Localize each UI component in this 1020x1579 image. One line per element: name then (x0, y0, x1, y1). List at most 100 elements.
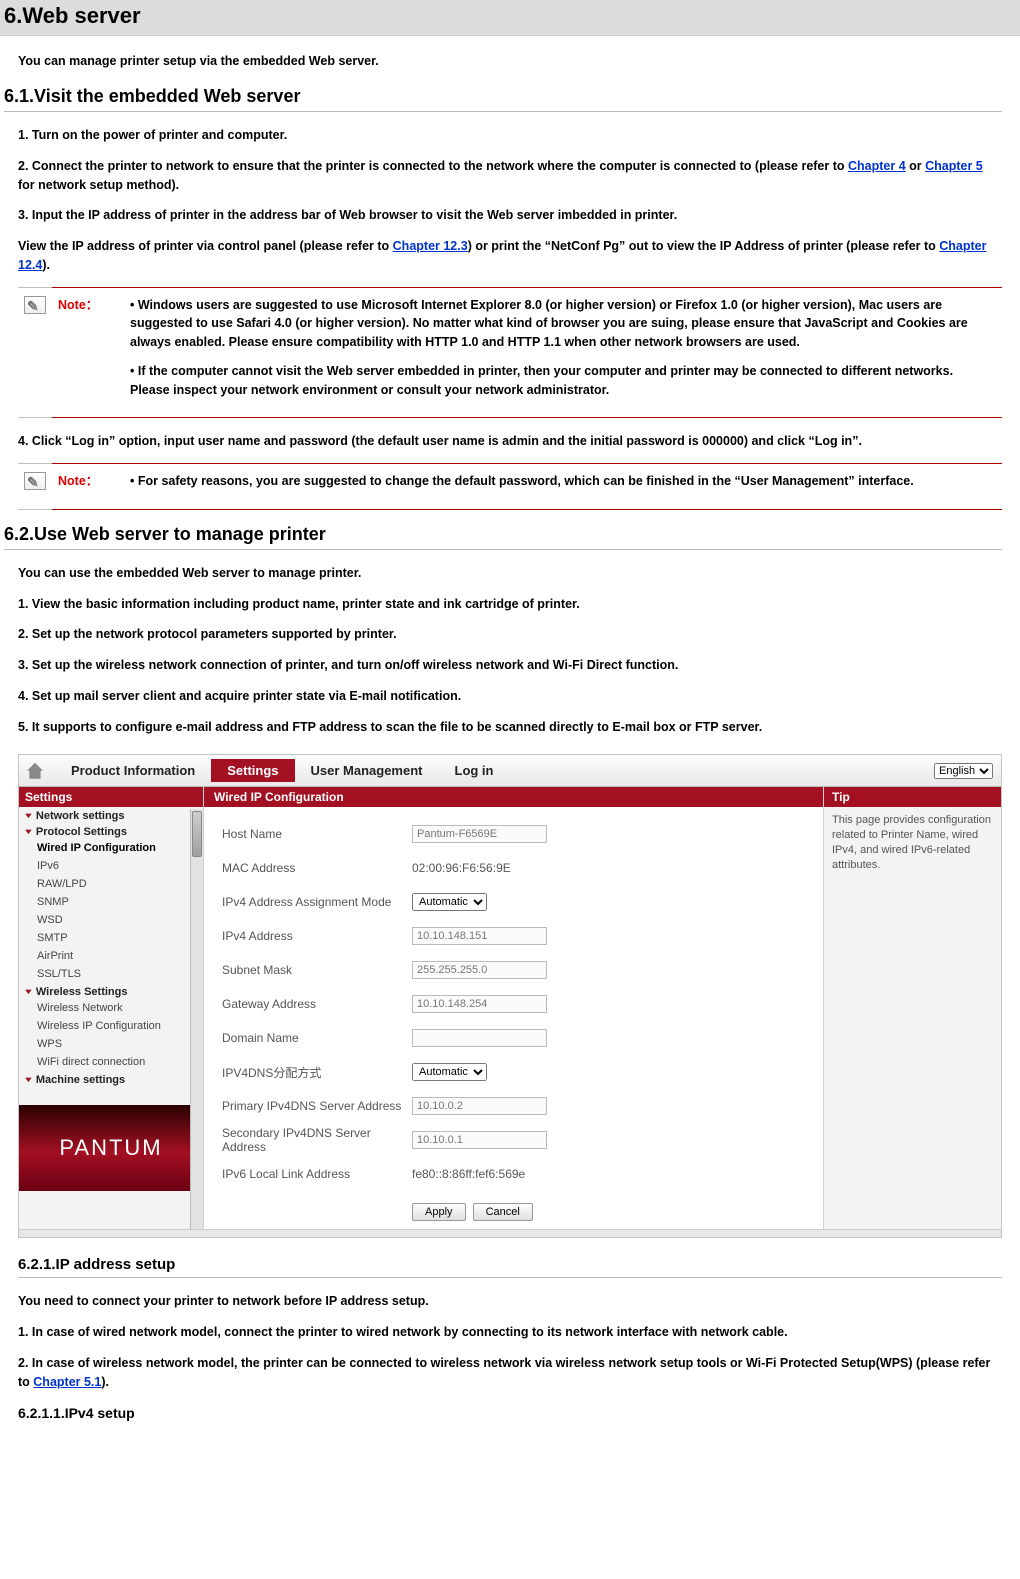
step-text: View the IP address of printer via contr… (18, 237, 1002, 275)
heading-6-2-1: 6.2.1.IP address setup (18, 1256, 1002, 1273)
sidebar-group[interactable]: ▼Wireless Settings (19, 983, 203, 999)
sidebar-item[interactable]: SNMP (19, 893, 203, 911)
field-input[interactable] (412, 927, 547, 945)
webui-main-panel: Wired IP Configuration Host NameMAC Addr… (204, 787, 823, 1229)
divider (4, 549, 1002, 550)
language-selector[interactable]: English (934, 763, 993, 779)
scroll-thumb[interactable] (192, 811, 202, 857)
field-label: IPv6 Local Link Address (222, 1167, 412, 1181)
tab-product-info[interactable]: Product Information (55, 759, 211, 782)
page-title: 6.Web server (0, 0, 1020, 36)
text: ). (42, 258, 50, 272)
panel-title: Wired IP Configuration (204, 787, 823, 807)
sidebar-item[interactable]: WPS (19, 1035, 203, 1053)
form-row: Primary IPv4DNS Server Address (222, 1089, 805, 1123)
note-icon-cell (18, 464, 52, 510)
sidebar-scrollbar[interactable] (190, 809, 203, 1229)
link-chapter-5-1[interactable]: Chapter 5.1 (33, 1375, 101, 1389)
tip-body: This page provides configuration related… (824, 807, 1001, 878)
form-row: IPv6 Local Link Addressfe80::8:86ff:fef6… (222, 1157, 805, 1191)
link-chapter-12-3[interactable]: Chapter 12.3 (393, 239, 468, 253)
sidebar-item[interactable]: AirPrint (19, 947, 203, 965)
form-row: MAC Address02:00:96:F6:56:9E (222, 851, 805, 885)
field-label: Secondary IPv4DNS Server Address (222, 1126, 412, 1154)
brand-logo: PANTUM (19, 1105, 203, 1191)
language-select[interactable]: English (934, 763, 993, 779)
step-text: 2. Set up the network protocol parameter… (18, 625, 1002, 644)
field-input[interactable] (412, 1029, 547, 1047)
step-text: 2. In case of wireless network model, th… (18, 1354, 1002, 1392)
form-buttons: Apply Cancel (204, 1197, 823, 1229)
heading-6-2: 6.2.Use Web server to manage printer (4, 524, 1002, 545)
sidebar-item[interactable]: SMTP (19, 929, 203, 947)
note-bullet: • Windows users are suggested to use Mic… (130, 296, 996, 352)
note-box: Note： • For safety reasons, you are sugg… (18, 463, 1002, 510)
sidebar-item[interactable]: WSD (19, 911, 203, 929)
sidebar-group[interactable]: ▼Network settings (19, 807, 203, 823)
sidebar-item[interactable]: RAW/LPD (19, 875, 203, 893)
note-bullet: • For safety reasons, you are suggested … (130, 472, 996, 491)
field-label: Gateway Address (222, 997, 412, 1011)
sidebar-item[interactable]: IPv6 (19, 857, 203, 875)
tab-user-management[interactable]: User Management (295, 759, 439, 782)
sidebar-group[interactable]: ▼Machine settings (19, 1071, 203, 1087)
form-row: Gateway Address (222, 987, 805, 1021)
text: 2. In case of wireless network model, th… (18, 1356, 990, 1389)
field-label: Domain Name (222, 1031, 412, 1045)
step-text: 3. Set up the wireless network connectio… (18, 656, 1002, 675)
text: ). (101, 1375, 109, 1389)
note-body: • Windows users are suggested to use Mic… (124, 287, 1002, 418)
field-value: fe80::8:86ff:fef6:569e (412, 1167, 525, 1181)
step-text: 4. Click “Log in” option, input user nam… (18, 432, 1002, 451)
sidebar-item[interactable]: WiFi direct connection (19, 1053, 203, 1071)
sidebar-item[interactable]: SSL/TLS (19, 965, 203, 983)
note-body: • For safety reasons, you are suggested … (124, 464, 1002, 510)
apply-button[interactable]: Apply (412, 1203, 466, 1221)
form-row: Subnet Mask (222, 953, 805, 987)
sidebar-group[interactable]: ▼Protocol Settings (19, 823, 203, 839)
triangle-down-icon: ▼ (23, 828, 34, 836)
sidebar-item[interactable]: Wireless IP Configuration (19, 1017, 203, 1035)
field-select[interactable]: Automatic (412, 1063, 487, 1081)
triangle-down-icon: ▼ (23, 1076, 34, 1084)
step-text: 2. Connect the printer to network to ens… (18, 157, 1002, 195)
step-text: 1. Turn on the power of printer and comp… (18, 126, 1002, 145)
divider (18, 1277, 1002, 1278)
tip-title: Tip (824, 787, 1001, 807)
content: You can manage printer setup via the emb… (0, 36, 1020, 1455)
step-text: 4. Set up mail server client and acquire… (18, 687, 1002, 706)
sidebar-item[interactable]: Wired IP Configuration (19, 839, 203, 857)
form-row: Host Name (222, 817, 805, 851)
field-label: MAC Address (222, 861, 412, 875)
link-chapter-4[interactable]: Chapter 4 (848, 159, 906, 173)
tab-settings[interactable]: Settings (211, 759, 294, 782)
body-text: You can use the embedded Web server to m… (18, 564, 1002, 583)
step-text: 5. It supports to configure e-mail addre… (18, 718, 1002, 737)
tab-log-in[interactable]: Log in (439, 759, 510, 782)
link-chapter-5[interactable]: Chapter 5 (925, 159, 983, 173)
text: 2. Connect the printer to network to ens… (18, 159, 848, 173)
tip-panel: Tip This page provides configuration rel… (823, 787, 1001, 1229)
note-label-cell: Note： (52, 464, 124, 510)
home-icon[interactable] (27, 763, 43, 779)
triangle-down-icon: ▼ (23, 812, 34, 820)
step-text: 3. Input the IP address of printer in th… (18, 206, 1002, 225)
field-label: IPv4 Address Assignment Mode (222, 895, 412, 909)
text: View the IP address of printer via contr… (18, 239, 393, 253)
field-input[interactable] (412, 825, 547, 843)
field-label: Primary IPv4DNS Server Address (222, 1099, 412, 1113)
field-input[interactable] (412, 1131, 547, 1149)
webui-sidebar: Settings ▼Network settings▼Protocol Sett… (19, 787, 204, 1229)
sidebar-title: Settings (19, 787, 203, 807)
note-label: Note： (58, 298, 98, 312)
field-input[interactable] (412, 961, 547, 979)
field-input[interactable] (412, 995, 547, 1013)
form-area: Host NameMAC Address02:00:96:F6:56:9E IPv… (204, 807, 823, 1197)
text: ) or print the “NetConf Pg” out to view … (468, 239, 940, 253)
field-input[interactable] (412, 1097, 547, 1115)
intro-text: You can manage printer setup via the emb… (18, 54, 1002, 68)
note-bullet: • If the computer cannot visit the Web s… (130, 362, 996, 400)
field-select[interactable]: Automatic (412, 893, 487, 911)
sidebar-item[interactable]: Wireless Network (19, 999, 203, 1017)
cancel-button[interactable]: Cancel (473, 1203, 533, 1221)
